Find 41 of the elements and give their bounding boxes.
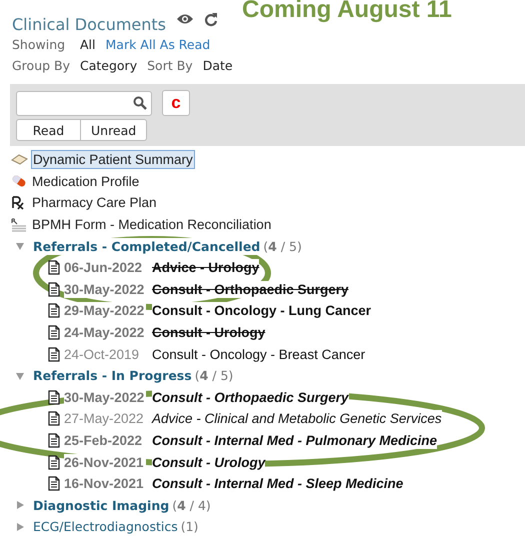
document-title[interactable]: Consult - Urology bbox=[152, 324, 266, 342]
document-icon bbox=[48, 260, 60, 276]
document-icon bbox=[48, 303, 60, 318]
document-icon bbox=[48, 454, 60, 470]
document-title[interactable]: Advice - Urology bbox=[152, 259, 260, 276]
document-title[interactable]: Consult - Internal Med - Sleep Medicine bbox=[152, 475, 404, 492]
mark-all-read-link[interactable]: Mark All As Read bbox=[106, 37, 210, 52]
filter-button[interactable]: Read bbox=[16, 119, 81, 141]
refresh-icon[interactable] bbox=[204, 12, 218, 26]
tree-item[interactable]: Dynamic Patient Summary bbox=[31, 150, 195, 170]
group-by-value[interactable]: Category bbox=[80, 58, 138, 73]
eye-icon[interactable] bbox=[176, 13, 194, 25]
search-icon[interactable] bbox=[133, 96, 147, 110]
document-icon bbox=[48, 325, 60, 340]
group-heading[interactable]: Referrals - Completed/Cancelled bbox=[33, 238, 260, 255]
document-title[interactable]: Consult - Orthopaedic Surgery bbox=[152, 388, 349, 406]
document-icon bbox=[48, 346, 60, 362]
sort-by-label: Sort By bbox=[147, 58, 193, 73]
document-date: 30-May-2022 bbox=[64, 388, 146, 406]
document-icon bbox=[48, 282, 60, 297]
expand-triangle-icon[interactable] bbox=[15, 500, 25, 510]
collapse-triangle-icon[interactable] bbox=[15, 241, 25, 252]
document-icon bbox=[48, 411, 60, 426]
search-field[interactable] bbox=[16, 90, 152, 116]
collapse-triangle-icon[interactable] bbox=[15, 370, 25, 381]
c-button[interactable]: c bbox=[162, 90, 190, 116]
group-by-label: Group By bbox=[12, 58, 72, 73]
form-icon bbox=[11, 218, 27, 232]
sort-by-value[interactable]: Date bbox=[202, 58, 233, 73]
filter-button[interactable]: Unread bbox=[81, 119, 148, 141]
showing-value[interactable]: All bbox=[80, 37, 96, 52]
document-title[interactable]: Consult - Internal Med - Pulmonary Medicine bbox=[152, 432, 438, 450]
document-date: 29-May-2022 bbox=[64, 302, 146, 320]
document-title[interactable]: Consult - Oncology - Lung Cancer bbox=[152, 302, 371, 320]
page-title: Clinical Documents bbox=[12, 14, 166, 34]
document-icon bbox=[48, 390, 60, 405]
document-title[interactable]: Consult - Orthopaedic Surgery bbox=[152, 280, 349, 298]
document-icon bbox=[48, 433, 60, 448]
document-icon bbox=[48, 476, 60, 492]
showing-label: Showing bbox=[12, 37, 66, 52]
expand-triangle-icon[interactable] bbox=[15, 522, 25, 532]
